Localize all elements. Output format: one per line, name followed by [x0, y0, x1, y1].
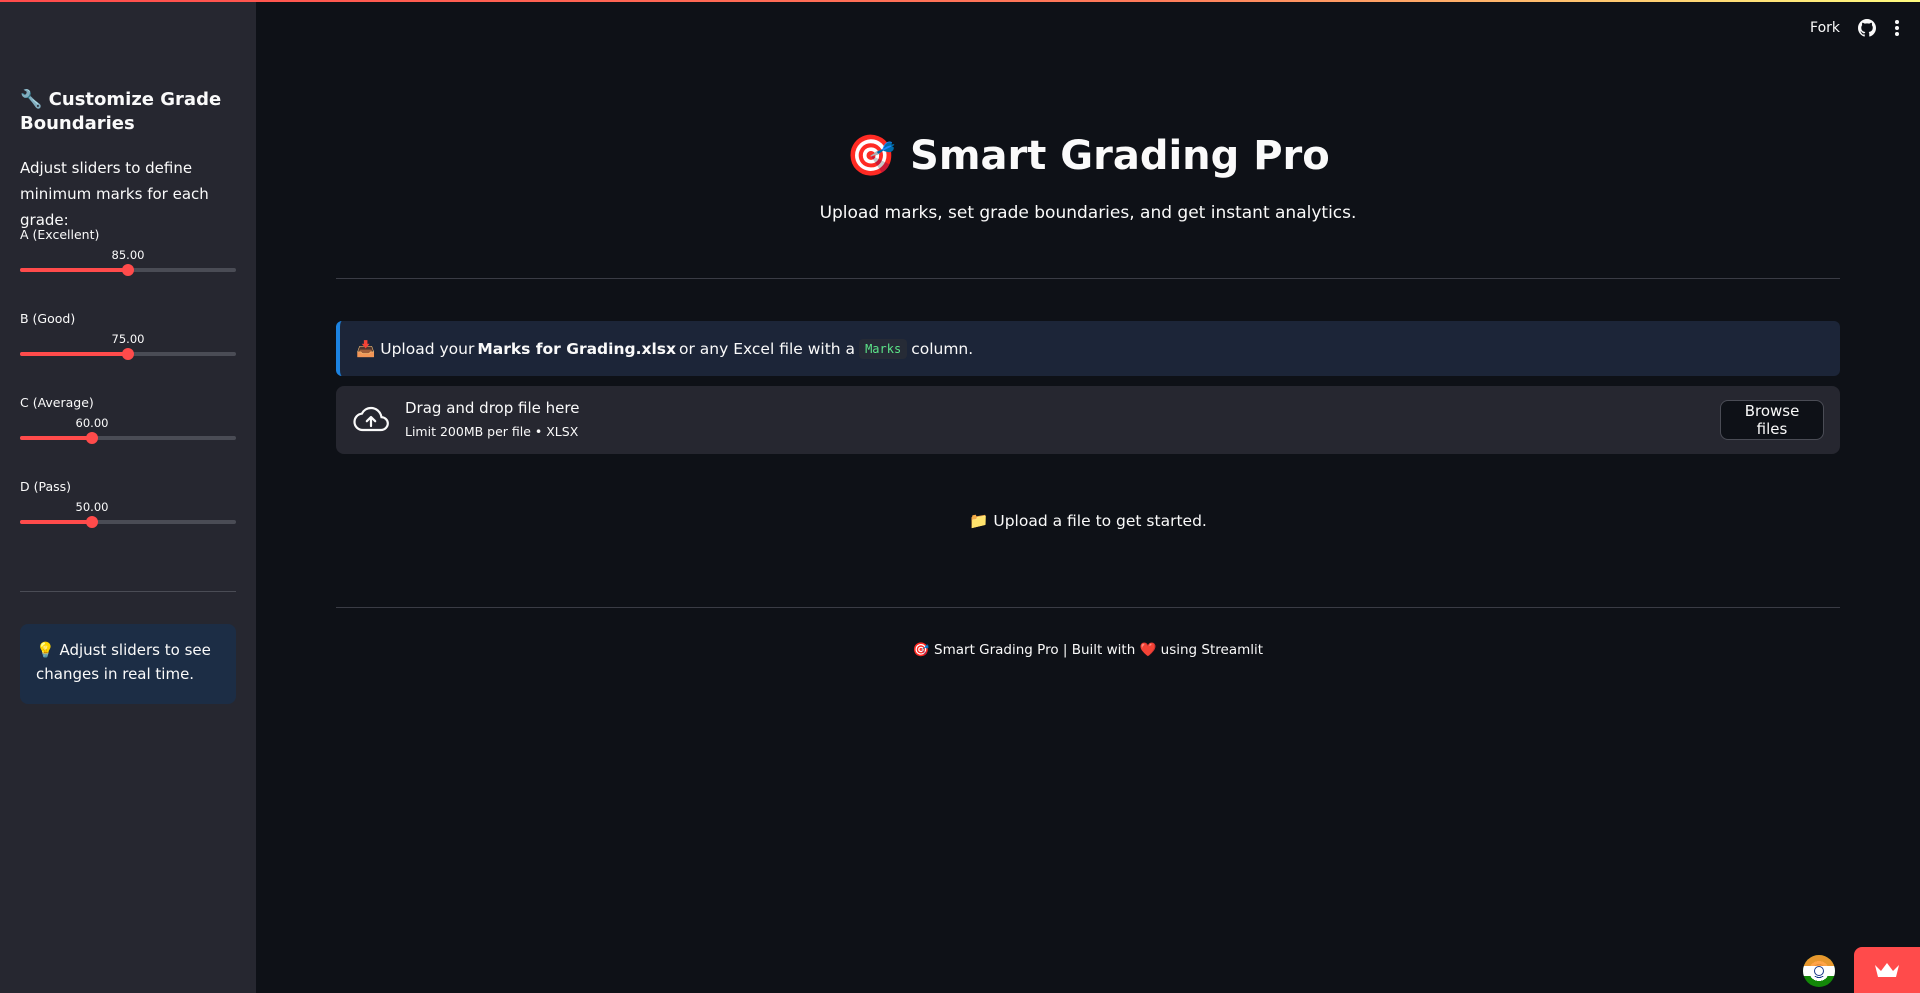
- slider-track[interactable]: [20, 348, 236, 360]
- slider-thumb[interactable]: [86, 432, 98, 444]
- footer-text: 🎯 Smart Grading Pro | Built with ❤️ usin…: [912, 642, 1264, 658]
- sidebar-title: 🔧 Customize Grade Boundaries: [20, 89, 222, 134]
- fork-link[interactable]: Fork: [1810, 20, 1840, 36]
- slider-fill: [20, 436, 92, 440]
- streamlit-crown-badge[interactable]: [1854, 947, 1920, 993]
- slider-track[interactable]: [20, 264, 236, 276]
- slider-value: 85.00: [111, 248, 145, 262]
- slider-grade-d[interactable]: D (Pass) 50.00: [20, 479, 236, 539]
- slider-track[interactable]: [20, 516, 236, 528]
- info-middle: or any Excel file with a: [679, 339, 856, 358]
- header-toolbar: Fork: [1810, 16, 1900, 40]
- browse-files-button[interactable]: Browse files: [1720, 400, 1824, 440]
- slider-grade-b[interactable]: B (Good) 75.00: [20, 311, 236, 371]
- page-subtitle: Upload marks, set grade boundaries, and …: [819, 203, 1357, 223]
- slider-label: A (Excellent): [20, 227, 100, 242]
- top-decoration-bar: [0, 0, 1920, 2]
- uploader-main-text: Drag and drop file here: [405, 399, 580, 417]
- status-message: 📁 Upload a file to get started.: [969, 512, 1207, 530]
- slider-grade-a[interactable]: A (Excellent) 85.00: [20, 227, 236, 287]
- slider-label: B (Good): [20, 311, 76, 326]
- slider-thumb[interactable]: [122, 264, 134, 276]
- sidebar-tip-box: 💡 Adjust sliders to see changes in real …: [20, 624, 236, 704]
- divider: [336, 278, 1840, 279]
- slider-value: 75.00: [111, 332, 145, 346]
- info-suffix: column.: [911, 339, 974, 358]
- file-uploader-dropzone[interactable]: Drag and drop file here Limit 200MB per …: [336, 386, 1840, 454]
- crown-icon: [1875, 963, 1899, 977]
- slider-thumb[interactable]: [122, 348, 134, 360]
- slider-track[interactable]: [20, 432, 236, 444]
- slider-fill: [20, 520, 92, 524]
- user-avatar[interactable]: [1803, 955, 1835, 987]
- slider-fill: [20, 352, 128, 356]
- slider-label: D (Pass): [20, 479, 72, 494]
- sidebar-divider: [20, 591, 236, 592]
- slider-thumb[interactable]: [86, 516, 98, 528]
- info-alert: 📥 Upload your Marks for Grading.xlsx or …: [336, 321, 1840, 376]
- sidebar: 🔧 Customize Grade Boundaries Adjust slid…: [0, 0, 256, 993]
- info-prefix: 📥 Upload your: [356, 339, 475, 358]
- uploader-limit-text: Limit 200MB per file • XLSX: [405, 424, 579, 439]
- slider-label: C (Average): [20, 395, 94, 410]
- github-icon[interactable]: [1858, 19, 1876, 37]
- page-title: 🎯 Smart Grading Pro: [846, 133, 1330, 179]
- slider-value: 50.00: [75, 500, 109, 514]
- info-code: Marks: [859, 338, 908, 359]
- sidebar-description: Adjust sliders to define minimum marks f…: [20, 159, 209, 229]
- slider-grade-c[interactable]: C (Average) 60.00: [20, 395, 236, 455]
- info-filename: Marks for Grading.xlsx: [477, 339, 677, 358]
- divider: [336, 607, 1840, 608]
- cloud-upload-icon: [353, 406, 389, 432]
- slider-value: 60.00: [75, 416, 109, 430]
- slider-fill: [20, 268, 128, 272]
- kebab-menu-icon[interactable]: [1894, 20, 1900, 36]
